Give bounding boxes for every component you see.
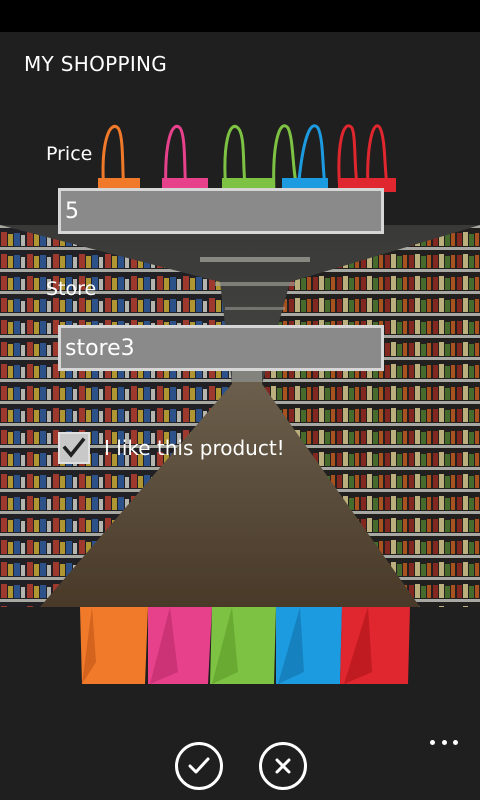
store-label: Store xyxy=(46,278,97,300)
bag-bottoms xyxy=(80,607,410,684)
close-icon xyxy=(275,758,291,774)
store-input[interactable] xyxy=(58,325,384,371)
phone-screen: MY SHOPPING Price Store I like this prod… xyxy=(0,0,480,800)
ellipsis-icon xyxy=(430,739,435,745)
more-options-button[interactable] xyxy=(430,732,458,752)
checkmark-icon xyxy=(62,437,86,458)
check-icon xyxy=(188,757,210,774)
price-input[interactable] xyxy=(58,188,384,234)
application-bar xyxy=(0,728,480,800)
ellipsis-icon xyxy=(453,739,458,745)
background-image xyxy=(0,32,480,728)
app-title: MY SHOPPING xyxy=(24,52,168,76)
ellipsis-icon xyxy=(441,739,447,745)
price-label: Price xyxy=(46,143,93,165)
status-bar xyxy=(0,0,480,32)
like-product-checkbox-row[interactable]: I like this product! xyxy=(58,432,285,464)
shopping-illustration xyxy=(0,124,480,684)
like-product-checkbox[interactable] xyxy=(58,432,90,464)
cancel-button[interactable] xyxy=(259,742,307,790)
like-product-label: I like this product! xyxy=(104,436,285,460)
save-button[interactable] xyxy=(175,742,223,790)
